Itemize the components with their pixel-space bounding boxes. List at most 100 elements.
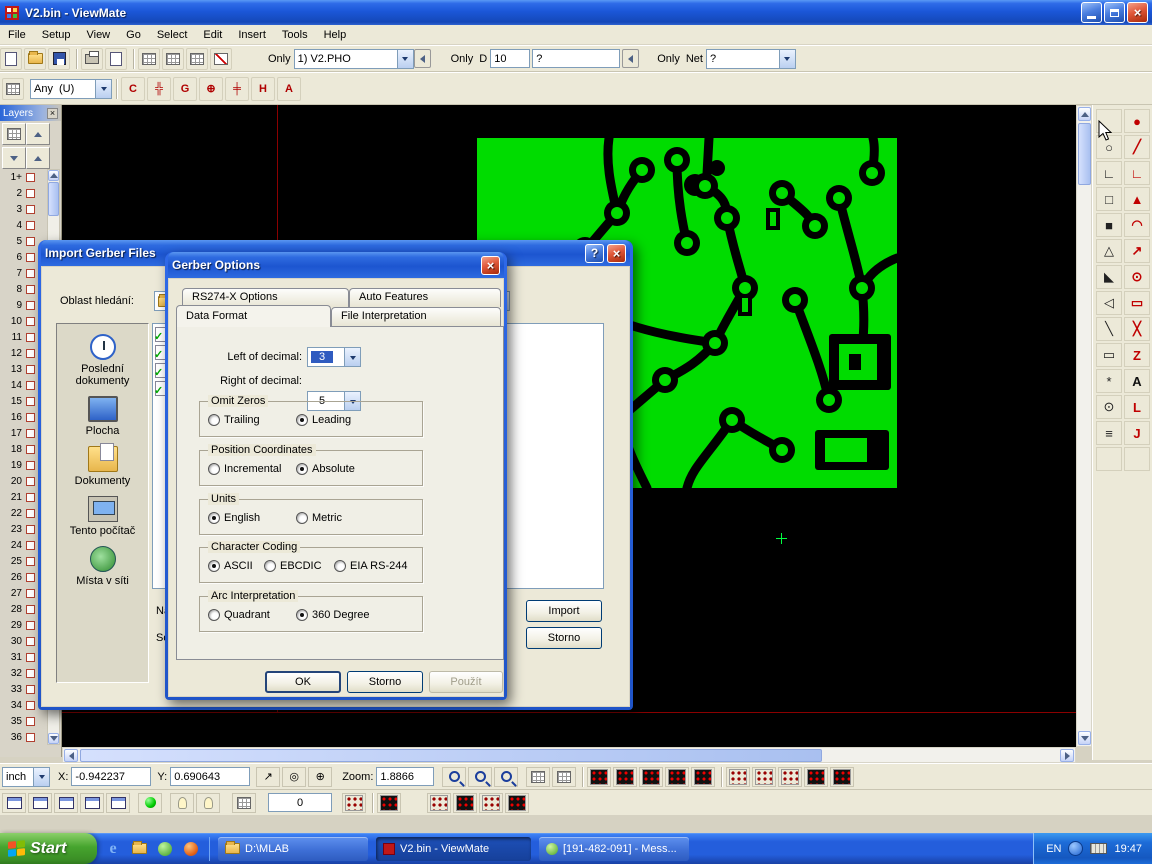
layer-color-swatch[interactable]: [26, 301, 35, 310]
x-coordinate-field[interactable]: -0.942237: [71, 767, 151, 786]
tool-button[interactable]: ▲: [1124, 187, 1150, 211]
tool-button[interactable]: ◠: [1124, 213, 1150, 237]
tool-button[interactable]: □: [1096, 187, 1122, 211]
only-layer-label[interactable]: Only: [268, 53, 291, 65]
tool-button[interactable]: Z: [1124, 343, 1150, 367]
tool-button[interactable]: △: [1096, 239, 1122, 263]
layer-row[interactable]: 36: [0, 729, 46, 745]
layer-color-swatch[interactable]: [26, 381, 35, 390]
chevron-down-icon[interactable]: [95, 80, 111, 98]
zoom-in-button[interactable]: [442, 767, 466, 787]
tool-button[interactable]: ▭: [1124, 291, 1150, 315]
layer-color-swatch[interactable]: [26, 701, 35, 710]
layer-color-swatch[interactable]: [26, 733, 35, 742]
tool-button[interactable]: ╪: [225, 77, 249, 101]
tool-button[interactable]: ⊕: [199, 77, 223, 101]
layer-color-swatch[interactable]: [26, 237, 35, 246]
unit-select[interactable]: inch: [2, 767, 50, 787]
layers-close-icon[interactable]: ×: [47, 108, 58, 119]
menu-item[interactable]: Setup: [34, 25, 79, 45]
layer-color-swatch[interactable]: [26, 349, 35, 358]
highlight-button[interactable]: [196, 793, 220, 813]
menu-item[interactable]: Go: [118, 25, 149, 45]
layer-color-swatch[interactable]: [26, 413, 35, 422]
radio-absolute[interactable]: Absolute: [296, 463, 355, 475]
layer-row[interactable]: 35: [0, 713, 46, 729]
tool-button[interactable]: ∟: [1124, 161, 1150, 185]
layer-add-button[interactable]: [26, 123, 50, 145]
place-computer[interactable]: Tento počítač: [60, 496, 146, 537]
tool-button[interactable]: G: [173, 77, 197, 101]
place-recent[interactable]: Poslední dokumenty: [60, 334, 146, 387]
scroll-right-button[interactable]: [1060, 749, 1074, 762]
layer-color-swatch[interactable]: [26, 173, 35, 182]
tool-button[interactable]: L: [1124, 395, 1150, 419]
nav-tool-button[interactable]: ◎: [282, 767, 306, 787]
layer-color-swatch[interactable]: [26, 621, 35, 630]
cancel-button[interactable]: Storno: [347, 671, 423, 693]
highlight-table-button[interactable]: [186, 48, 208, 70]
pad-display-button[interactable]: [377, 793, 401, 813]
view-mode-button[interactable]: [106, 793, 130, 813]
radio-ebcdic[interactable]: EBCDIC: [264, 560, 322, 572]
only-dcode-label[interactable]: Only: [451, 53, 474, 65]
layer-row[interactable]: 3: [0, 201, 46, 217]
negative-view-button[interactable]: [726, 767, 750, 787]
tool-button[interactable]: J: [1124, 421, 1150, 445]
radio-metric[interactable]: Metric: [296, 512, 342, 524]
horizontal-scrollbar[interactable]: [62, 747, 1076, 763]
chevron-down-icon[interactable]: [344, 348, 360, 366]
task-mlab-window[interactable]: D:\MLAB: [218, 837, 368, 861]
trace-display-button[interactable]: [453, 793, 477, 813]
radio-trailing[interactable]: Trailing: [208, 414, 260, 426]
layer-down-button[interactable]: [2, 147, 26, 169]
chart-button[interactable]: [210, 48, 232, 70]
negative-view-button[interactable]: [778, 767, 802, 787]
quicklaunch-firefox[interactable]: [181, 839, 201, 859]
film-view-button[interactable]: [665, 767, 689, 787]
layer-color-swatch[interactable]: [26, 205, 35, 214]
net-select[interactable]: ?: [706, 49, 796, 69]
layer-color-swatch[interactable]: [26, 653, 35, 662]
layer-color-swatch[interactable]: [26, 365, 35, 374]
menu-item[interactable]: Help: [316, 25, 355, 45]
zoom-out-button[interactable]: [494, 767, 518, 787]
tool-button[interactable]: ⊙: [1096, 395, 1122, 419]
keyboard-icon[interactable]: [1090, 843, 1107, 854]
highlight-button[interactable]: [170, 793, 194, 813]
layer-color-swatch[interactable]: [26, 525, 35, 534]
overlay-view-button[interactable]: [804, 767, 828, 787]
dialog-close-button[interactable]: ×: [481, 256, 500, 275]
chevron-down-icon[interactable]: [779, 50, 795, 68]
layer-color-swatch[interactable]: [26, 221, 35, 230]
dcode-input[interactable]: 10: [490, 49, 530, 68]
menu-item[interactable]: Edit: [195, 25, 230, 45]
close-button[interactable]: ×: [1127, 2, 1148, 23]
layer-up-button[interactable]: [26, 147, 50, 169]
tab-data-format[interactable]: Data Format: [176, 305, 331, 327]
language-indicator[interactable]: EN: [1046, 843, 1061, 855]
import-cancel-button[interactable]: Storno: [526, 627, 602, 649]
tool-button[interactable]: ╬: [147, 77, 171, 101]
tool-button[interactable]: ∟: [1096, 161, 1122, 185]
grid-settings-button[interactable]: [552, 767, 576, 787]
layer-select[interactable]: 1) V2.PHO: [294, 49, 414, 69]
chevron-down-icon[interactable]: [33, 768, 49, 786]
save-button[interactable]: [48, 48, 70, 70]
context-help-button[interactable]: [105, 48, 127, 70]
view-mode-button[interactable]: [80, 793, 104, 813]
layers-panel-header[interactable]: Layers ×: [0, 105, 61, 121]
vertical-scrollbar[interactable]: [1076, 105, 1092, 747]
scroll-up-button[interactable]: [1078, 107, 1091, 121]
highlight-count-field[interactable]: 0: [268, 793, 332, 812]
layer-row[interactable]: 1+: [0, 169, 46, 185]
layer-color-swatch[interactable]: [26, 333, 35, 342]
layer-color-swatch[interactable]: [26, 541, 35, 550]
tool-button[interactable]: ╳: [1124, 317, 1150, 341]
select-mode-button[interactable]: [2, 78, 24, 100]
item-filter-select[interactable]: Any (U): [30, 79, 112, 99]
print-button[interactable]: [81, 48, 103, 70]
film-view-button[interactable]: [639, 767, 663, 787]
nav-tool-button[interactable]: ↗: [256, 767, 280, 787]
tool-button[interactable]: [1124, 447, 1150, 471]
